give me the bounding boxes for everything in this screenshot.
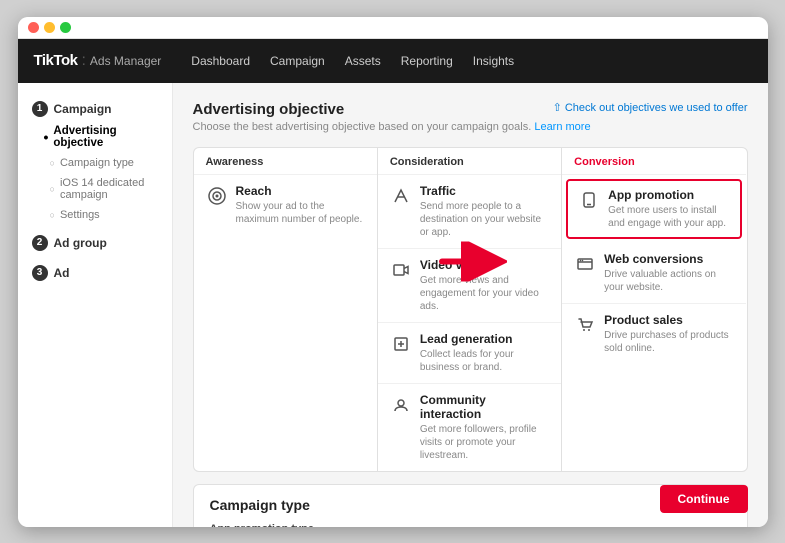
app-promotion-icon [578, 189, 600, 211]
obj-app-promotion[interactable]: App promotion Get more users to install … [566, 179, 742, 239]
objectives-link[interactable]: ⇧ Check out objectives we used to offer [553, 101, 748, 114]
main-layout: 1 Campaign Advertising objective Campaig… [18, 83, 768, 527]
sidebar-item-ios14[interactable]: iOS 14 dedicated campaign [18, 173, 172, 205]
nav-dashboard[interactable]: Dashboard [191, 54, 250, 68]
brand: TikTok : Ads Manager [34, 52, 162, 70]
awareness-column: Awareness Reach Show your ad to the maxi… [194, 148, 378, 471]
nav-insights[interactable]: Insights [473, 54, 514, 68]
reach-text: Reach Show your ad to the maximum number… [236, 184, 365, 226]
nav-reporting[interactable]: Reporting [401, 54, 453, 68]
top-nav: TikTok : Ads Manager Dashboard Campaign … [18, 39, 768, 83]
sidebar-ad-label: Ad [54, 266, 70, 280]
traffic-icon [390, 185, 412, 207]
obj-video-views[interactable]: Video views Get more views and engagemen… [378, 249, 561, 323]
community-text: Community interaction Get more followers… [420, 393, 549, 462]
web-conversions-icon [574, 253, 596, 275]
product-sales-icon [574, 314, 596, 336]
consideration-column: Consideration Traffic Send more people t… [378, 148, 562, 471]
conversion-header: Conversion [562, 148, 746, 175]
nav-assets[interactable]: Assets [345, 54, 381, 68]
consideration-header: Consideration [378, 148, 561, 175]
close-button[interactable] [28, 22, 39, 33]
nav-campaign[interactable]: Campaign [270, 54, 325, 68]
obj-community[interactable]: Community interaction Get more followers… [378, 384, 561, 471]
sidebar-item-campaign-type[interactable]: Campaign type [18, 153, 172, 173]
sidebar-section-adgroup-header[interactable]: 2 Ad group [18, 231, 172, 255]
web-conversions-text: Web conversions Drive valuable actions o… [604, 252, 734, 294]
sidebar-num-1: 1 [32, 101, 48, 117]
obj-reach[interactable]: Reach Show your ad to the maximum number… [194, 175, 377, 235]
main-window: TikTok : Ads Manager Dashboard Campaign … [18, 17, 768, 527]
conversion-column: Conversion App promotion Get more users … [562, 148, 746, 471]
sidebar-adgroup-label: Ad group [54, 236, 107, 250]
video-views-icon [390, 259, 412, 281]
objective-grid: Awareness Reach Show your ad to the maxi… [193, 147, 748, 472]
continue-button[interactable]: Continue [660, 485, 748, 513]
app-promotion-text: App promotion Get more users to install … [608, 188, 730, 230]
minimize-button[interactable] [44, 22, 55, 33]
sidebar-section-adgroup: 2 Ad group [18, 231, 172, 255]
reach-icon [206, 185, 228, 207]
sidebar-campaign-label: Campaign [54, 102, 112, 116]
nav-items: Dashboard Campaign Assets Reporting Insi… [191, 54, 514, 68]
community-icon [390, 394, 412, 416]
lead-gen-text: Lead generation Collect leads for your b… [420, 332, 549, 374]
campaign-type-title: Campaign type [210, 497, 731, 513]
campaign-type-label: App promotion type [210, 523, 731, 527]
traffic-text: Traffic Send more people to a destinatio… [420, 184, 549, 239]
brand-subtitle: Ads Manager [90, 54, 161, 68]
sidebar-item-settings[interactable]: Settings [18, 205, 172, 225]
content-area: Advertising objective Choose the best ad… [173, 83, 768, 527]
brand-name: TikTok [34, 52, 78, 69]
learn-more-link[interactable]: Learn more [534, 121, 590, 133]
brand-sep: : [81, 52, 85, 70]
page-subtitle: Choose the best advertising objective ba… [193, 121, 748, 133]
objective-grid-wrapper: Awareness Reach Show your ad to the maxi… [193, 147, 748, 472]
title-bar [18, 17, 768, 39]
obj-traffic[interactable]: Traffic Send more people to a destinatio… [378, 175, 561, 249]
awareness-header: Awareness [194, 148, 377, 175]
product-sales-text: Product sales Drive purchases of product… [604, 313, 734, 355]
obj-web-conversions[interactable]: Web conversions Drive valuable actions o… [562, 243, 746, 304]
sidebar-section-ad-header[interactable]: 3 Ad [18, 261, 172, 285]
sidebar: 1 Campaign Advertising objective Campaig… [18, 83, 173, 527]
lead-gen-icon [390, 333, 412, 355]
sidebar-section-ad: 3 Ad [18, 261, 172, 285]
maximize-button[interactable] [60, 22, 71, 33]
sidebar-num-2: 2 [32, 235, 48, 251]
video-views-text: Video views Get more views and engagemen… [420, 258, 549, 313]
obj-product-sales[interactable]: Product sales Drive purchases of product… [562, 304, 746, 364]
traffic-lights [28, 22, 71, 33]
sidebar-item-advertising-objective[interactable]: Advertising objective [18, 121, 172, 153]
obj-lead-gen[interactable]: Lead generation Collect leads for your b… [378, 323, 561, 384]
sidebar-section-campaign: 1 Campaign Advertising objective Campaig… [18, 97, 172, 225]
sidebar-section-campaign-header[interactable]: 1 Campaign [18, 97, 172, 121]
sidebar-num-3: 3 [32, 265, 48, 281]
